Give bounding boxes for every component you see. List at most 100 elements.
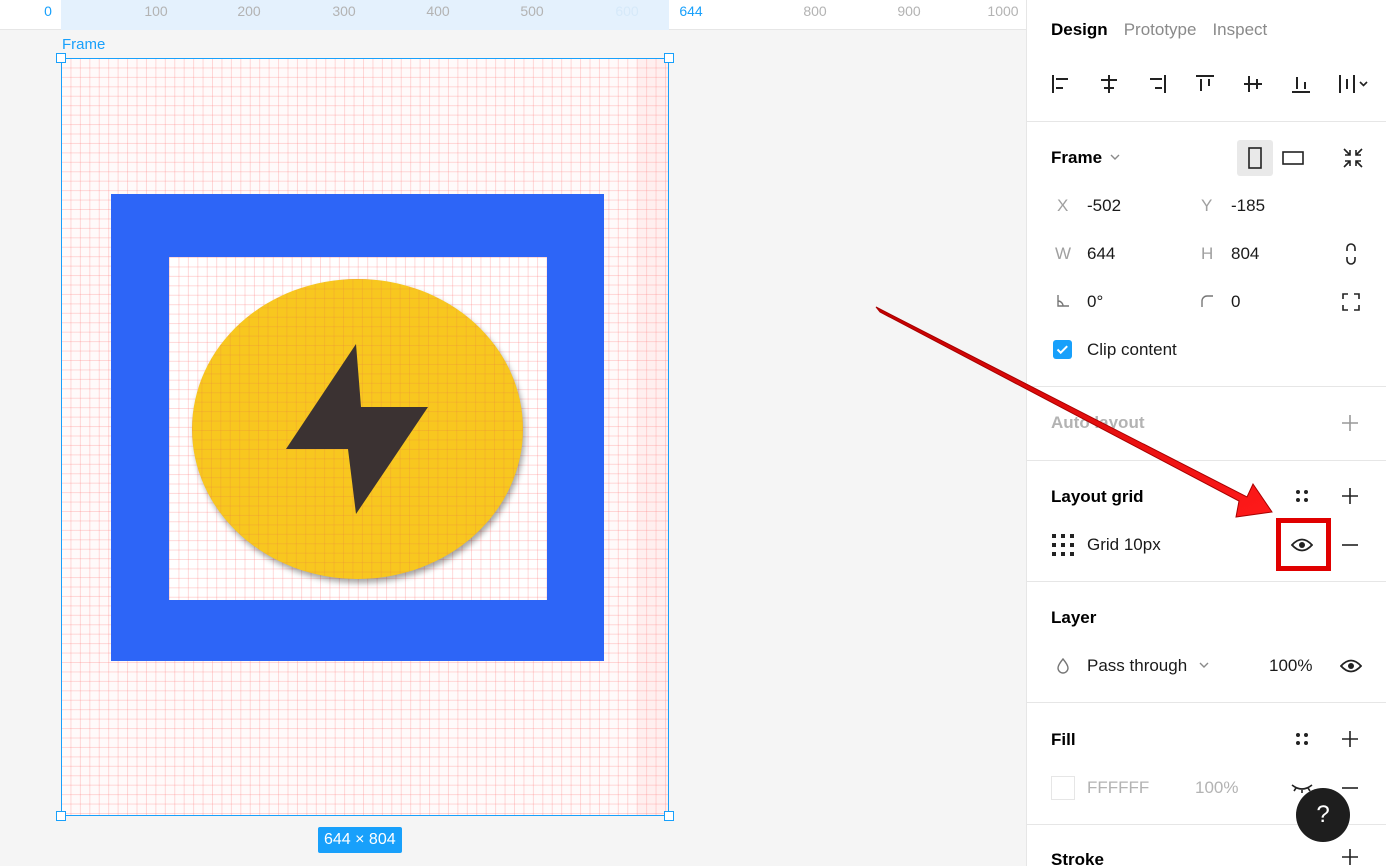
align-bottom-icon	[1292, 77, 1310, 93]
resize-to-fit-button[interactable]	[1335, 140, 1371, 176]
grid-item-label[interactable]: Grid 10px	[1087, 535, 1161, 555]
panel-tabs: Design Prototype Inspect	[1051, 20, 1283, 40]
white-inner-rect-layer[interactable]	[169, 257, 547, 600]
fill-section-title: Fill	[1051, 730, 1076, 749]
grid-icon	[1052, 534, 1074, 556]
plus-icon	[1342, 488, 1358, 504]
eye-icon	[1340, 659, 1362, 673]
resize-handle-bottom-left[interactable]	[56, 811, 66, 821]
plus-icon	[1342, 849, 1358, 865]
stroke-section-title: Stroke	[1051, 850, 1104, 866]
height-input[interactable]: 804	[1231, 244, 1259, 264]
section-divider	[1027, 581, 1386, 582]
remove-grid-button[interactable]	[1337, 533, 1363, 557]
styles-icon	[1296, 490, 1308, 502]
layer-section-title: Layer	[1051, 608, 1097, 627]
resize-handle-bottom-right[interactable]	[664, 811, 674, 821]
align-bottom-button[interactable]	[1289, 70, 1337, 98]
ruler-tick: 0	[44, 3, 52, 19]
add-stroke-button[interactable]	[1337, 848, 1363, 866]
toggle-layer-visibility-button[interactable]	[1337, 654, 1365, 678]
blend-mode-select[interactable]: Pass through	[1087, 656, 1187, 676]
align-horizontal-center-icon	[1101, 75, 1117, 93]
align-horizontal-center-button[interactable]	[1097, 70, 1145, 98]
y-label: Y	[1201, 196, 1213, 215]
align-left-button[interactable]	[1049, 70, 1097, 98]
blend-mode-icon	[1055, 656, 1071, 676]
frame-size-badge: 644 × 804	[318, 827, 402, 853]
top-ruler: 0 100 200 300 400 500 600 644 800 900 10…	[0, 0, 1026, 30]
align-right-button[interactable]	[1145, 70, 1193, 98]
ruler-tick: 200	[237, 3, 261, 19]
corner-radius-icon	[1199, 292, 1215, 310]
portrait-orientation-button[interactable]	[1237, 140, 1273, 176]
yellow-circle-layer[interactable]	[192, 279, 523, 579]
chevron-down-icon[interactable]	[1108, 150, 1122, 164]
portrait-icon	[1248, 147, 1262, 169]
distribute-icon	[1339, 75, 1368, 93]
minus-icon	[1342, 787, 1358, 789]
corner-radius-input[interactable]: 0	[1231, 292, 1240, 312]
align-top-button[interactable]	[1193, 70, 1241, 98]
canvas[interactable]: 0 100 200 300 400 500 600 644 800 900 10…	[0, 0, 1026, 866]
tab-inspect[interactable]: Inspect	[1212, 20, 1267, 40]
link-icon	[1346, 243, 1356, 265]
align-left-icon	[1052, 75, 1068, 93]
align-vertical-center-icon	[1244, 76, 1262, 92]
fill-opacity-input[interactable]: 100%	[1195, 778, 1238, 798]
ruler-tick: 900	[897, 3, 921, 19]
resize-handle-top-right[interactable]	[664, 53, 674, 63]
resize-to-fit-icon	[1343, 148, 1363, 168]
layer-opacity-input[interactable]: 100%	[1269, 656, 1312, 676]
add-layout-grid-button[interactable]	[1337, 484, 1363, 508]
align-top-icon	[1196, 75, 1214, 91]
rotation-input[interactable]: 0°	[1087, 292, 1103, 312]
fill-color-swatch[interactable]	[1051, 776, 1075, 800]
fill-hex-input[interactable]: FFFFFF	[1087, 778, 1149, 798]
ruler-tick: 500	[520, 3, 544, 19]
frame-name-label[interactable]: Frame	[62, 36, 105, 53]
help-button[interactable]: ?	[1296, 788, 1350, 842]
fill-styles-button[interactable]	[1289, 727, 1315, 751]
grid-styles-button[interactable]	[1289, 484, 1315, 508]
blue-square-layer[interactable]	[111, 194, 604, 661]
landscape-orientation-button[interactable]	[1275, 140, 1311, 176]
landscape-icon	[1282, 151, 1304, 165]
h-label: H	[1201, 244, 1214, 263]
ruler-tick: 600	[615, 3, 639, 19]
w-label: W	[1055, 244, 1072, 263]
styles-icon	[1296, 733, 1308, 745]
grid-settings-button[interactable]	[1049, 531, 1077, 559]
add-fill-button[interactable]	[1337, 727, 1363, 751]
x-input[interactable]: -502	[1087, 196, 1121, 216]
lightning-bolt-icon[interactable]	[286, 344, 428, 514]
section-divider	[1027, 386, 1386, 387]
plus-icon	[1342, 415, 1358, 431]
distribute-button[interactable]	[1337, 70, 1385, 98]
ruler-tick: 800	[803, 3, 827, 19]
tab-design[interactable]: Design	[1051, 20, 1108, 40]
ruler-tick: 400	[426, 3, 450, 19]
clip-content-label[interactable]: Clip content	[1087, 340, 1177, 360]
y-input[interactable]: -185	[1231, 196, 1265, 216]
align-vertical-center-button[interactable]	[1241, 70, 1289, 98]
auto-layout-section-title: Auto layout	[1051, 413, 1145, 432]
clip-content-checkbox[interactable]	[1053, 340, 1072, 359]
independent-corners-button[interactable]	[1339, 290, 1363, 314]
ruler-tick: 100	[144, 3, 168, 19]
ruler-tick: 644	[679, 3, 703, 19]
rotation-icon	[1055, 292, 1071, 310]
selected-frame[interactable]	[61, 58, 669, 816]
resize-handle-top-left[interactable]	[56, 53, 66, 63]
width-input[interactable]: 644	[1087, 244, 1115, 264]
checkmark-icon	[1056, 345, 1068, 355]
tab-prototype[interactable]: Prototype	[1124, 20, 1197, 40]
plus-icon	[1342, 731, 1358, 747]
section-divider	[1027, 460, 1386, 461]
layout-grid-section-title: Layout grid	[1051, 487, 1144, 506]
minus-icon	[1342, 544, 1358, 546]
constrain-proportions-button[interactable]	[1339, 242, 1363, 266]
add-auto-layout-button[interactable]	[1337, 411, 1363, 435]
frame-section-title[interactable]: Frame	[1051, 148, 1102, 168]
chevron-down-icon[interactable]	[1197, 658, 1211, 672]
